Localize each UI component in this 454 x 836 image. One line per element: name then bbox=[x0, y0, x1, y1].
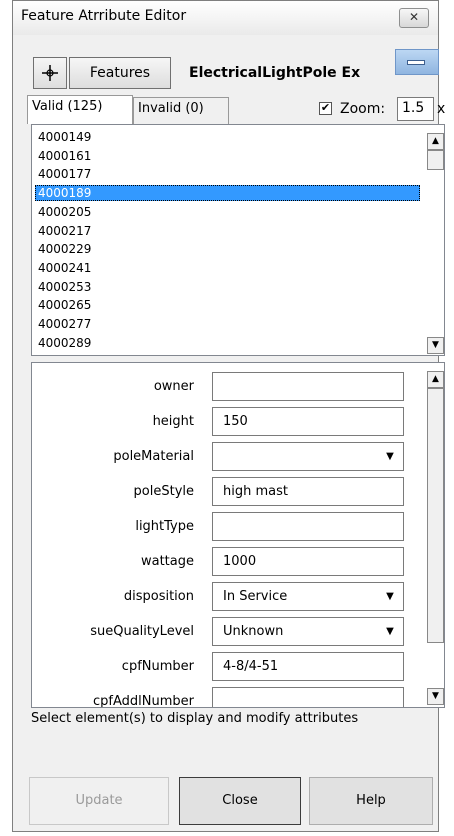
dropdown-arrow-icon[interactable]: ▼ bbox=[379, 585, 401, 608]
attribute-field[interactable]: high mast bbox=[212, 477, 404, 506]
attribute-dropdown[interactable]: Unknown ▼ bbox=[212, 617, 404, 646]
update-button[interactable]: Update bbox=[29, 777, 169, 825]
close-icon: ✕ bbox=[408, 10, 420, 24]
attribute-dropdown[interactable]: ▼ bbox=[212, 442, 404, 471]
attribute-scroll-thumb[interactable] bbox=[427, 388, 444, 643]
features-button[interactable]: Features bbox=[69, 57, 171, 89]
attribute-label: cpfAddlNumber bbox=[93, 694, 194, 708]
attribute-value: high mast bbox=[223, 484, 288, 499]
list-scrollbar[interactable]: ▲ ▼ bbox=[427, 125, 444, 355]
attribute-label: cpfNumber bbox=[121, 659, 194, 674]
attribute-field[interactable] bbox=[212, 512, 404, 541]
close-button[interactable]: Close bbox=[179, 777, 301, 825]
attribute-label: poleMaterial bbox=[113, 449, 194, 464]
zoom-input[interactable]: 1.5 bbox=[397, 97, 434, 121]
title-bar[interactable]: Feature Atrribute Editor ✕ bbox=[13, 1, 438, 35]
zoom-label: Zoom: bbox=[340, 101, 386, 117]
attribute-value: 150 bbox=[223, 414, 248, 429]
attribute-field[interactable]: 150 bbox=[212, 407, 404, 436]
attribute-field[interactable]: 4-8/4-51 bbox=[212, 652, 404, 681]
zoom-unit: x bbox=[437, 101, 446, 117]
scroll-up-arrow-icon[interactable]: ▲ bbox=[427, 371, 444, 388]
attribute-label: wattage bbox=[140, 554, 194, 569]
attribute-value: In Service bbox=[223, 589, 288, 604]
dropdown-arrow-icon[interactable]: ▼ bbox=[379, 620, 401, 643]
scroll-up-arrow-icon[interactable]: ▲ bbox=[427, 133, 444, 150]
attribute-label: disposition bbox=[123, 589, 194, 604]
list-item[interactable]: 4000217 bbox=[38, 223, 91, 239]
attribute-scrollbar[interactable]: ▲ ▼ bbox=[427, 363, 444, 707]
list-item[interactable]: 4000265 bbox=[38, 297, 91, 313]
list-item[interactable]: 4000241 bbox=[38, 260, 91, 276]
scroll-down-arrow-icon[interactable]: ▼ bbox=[427, 337, 444, 354]
list-item[interactable]: 4000277 bbox=[38, 316, 91, 332]
scroll-down-arrow-icon[interactable]: ▼ bbox=[427, 688, 444, 705]
feature-id-list[interactable]: 4000149 4000161 4000177 4000189 4000205 40002… bbox=[31, 124, 445, 356]
feature-class-name: ElectricalLightPole Ex bbox=[189, 65, 361, 81]
list-item[interactable]: 4000177 bbox=[38, 166, 91, 182]
list-scroll-thumb[interactable] bbox=[427, 150, 444, 170]
crosshair-icon bbox=[42, 65, 58, 81]
attribute-label: height bbox=[152, 414, 194, 429]
attribute-label: owner bbox=[153, 379, 194, 394]
window-title: Feature Atrribute Editor bbox=[21, 8, 187, 24]
minimize-icon bbox=[407, 60, 425, 65]
list-item[interactable]: 4000253 bbox=[38, 279, 91, 295]
attribute-value: Unknown bbox=[223, 624, 284, 639]
attribute-label: sueQualityLevel bbox=[90, 624, 194, 639]
attribute-label: poleStyle bbox=[133, 484, 194, 499]
list-item[interactable]: 4000189 bbox=[35, 185, 420, 202]
attribute-field[interactable]: 1000 bbox=[212, 547, 404, 576]
select-feature-button[interactable] bbox=[33, 57, 67, 89]
tab-invalid[interactable]: Invalid (0) bbox=[133, 97, 229, 124]
list-item[interactable]: 4000149 bbox=[38, 129, 91, 145]
attribute-dropdown[interactable]: In Service ▼ bbox=[212, 582, 404, 611]
tab-valid[interactable]: Valid (125) bbox=[27, 95, 133, 124]
feature-attribute-editor-window: Feature Atrribute Editor ✕ Features Elec… bbox=[12, 0, 445, 832]
attribute-field[interactable] bbox=[212, 372, 404, 401]
list-item[interactable]: 4000289 bbox=[38, 335, 91, 351]
help-button[interactable]: Help bbox=[309, 777, 433, 825]
status-message: Select element(s) to display and modify … bbox=[31, 711, 359, 726]
list-item[interactable]: 4000205 bbox=[38, 204, 91, 220]
dropdown-arrow-icon[interactable]: ▼ bbox=[379, 445, 401, 468]
attribute-panel: owner height 150 poleMaterial ▼ poleStyle high… bbox=[31, 362, 445, 708]
attribute-value: 1000 bbox=[223, 554, 257, 569]
minimize-button[interactable] bbox=[395, 49, 439, 75]
attribute-label: lightType bbox=[135, 519, 194, 534]
list-item[interactable]: 4000161 bbox=[38, 148, 91, 164]
attribute-field[interactable] bbox=[212, 687, 404, 707]
close-window-button[interactable]: ✕ bbox=[399, 8, 429, 28]
attribute-value: 4-8/4-51 bbox=[223, 659, 279, 674]
list-item[interactable]: 4000229 bbox=[38, 241, 91, 257]
zoom-checkbox[interactable]: ✔ bbox=[319, 102, 332, 115]
